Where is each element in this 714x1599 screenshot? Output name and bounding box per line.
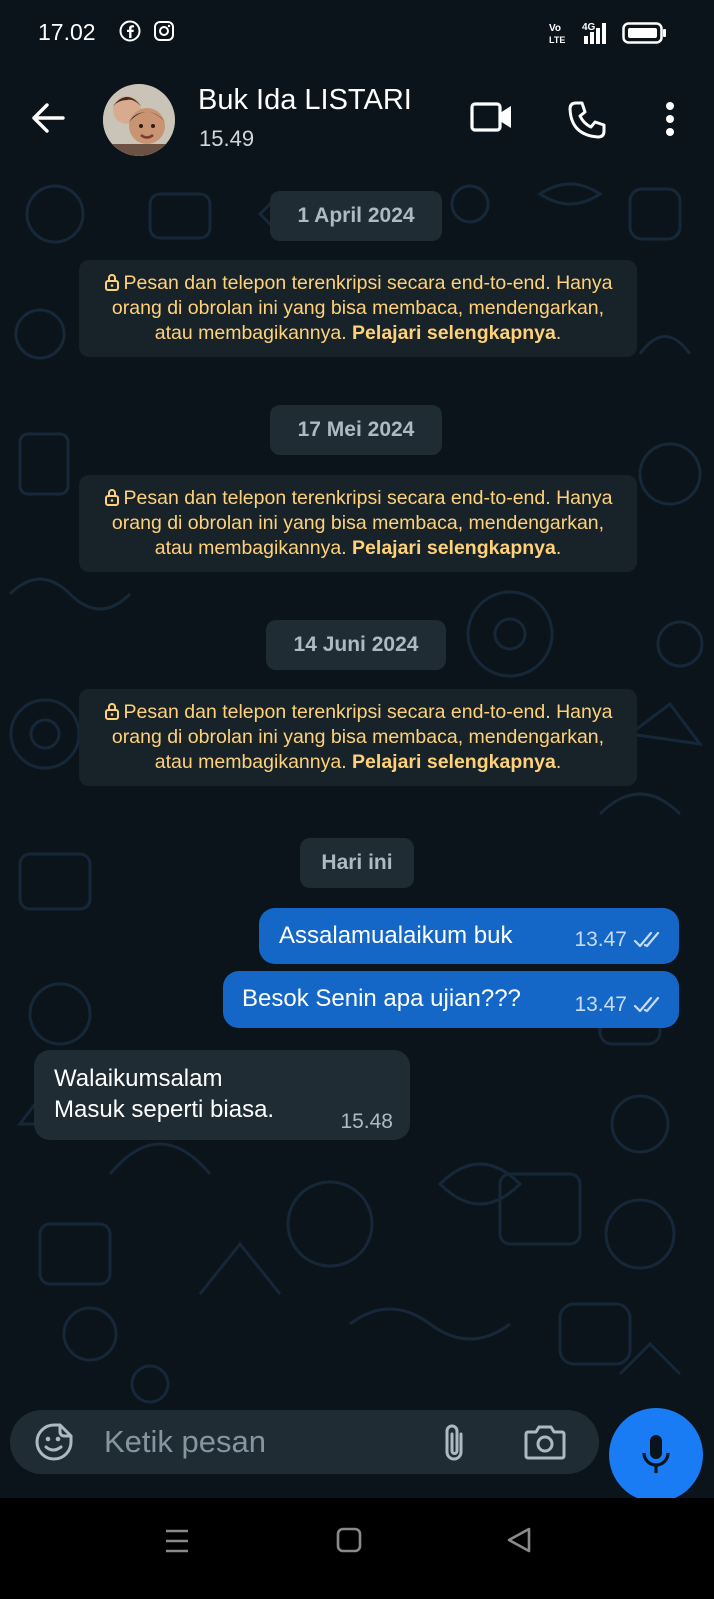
status-time: 17.02 <box>38 19 96 45</box>
read-receipt-icon <box>633 931 660 948</box>
sticker-emoji-icon <box>35 1423 73 1461</box>
learn-more-link[interactable]: Pelajari selengkapnya <box>352 322 556 344</box>
back-arrow-icon <box>32 103 65 133</box>
outgoing-message[interactable]: Assalamualaikum buk 13.47 <box>259 908 679 964</box>
more-vertical-icon <box>666 102 674 136</box>
notification-icons <box>119 20 175 42</box>
video-call-button[interactable] <box>470 100 514 139</box>
learn-more-link[interactable]: Pelajari selengkapnya <box>352 537 556 559</box>
last-seen: 15.49 <box>199 126 255 151</box>
camera-button[interactable] <box>524 1424 566 1465</box>
svg-text:Vo: Vo <box>549 23 561 34</box>
message-text-line-1: Walaikumsalam <box>54 1065 223 1092</box>
message-meta: 13.47 <box>574 928 665 952</box>
svg-text:4G: 4G <box>582 22 596 33</box>
lock-icon <box>104 489 119 506</box>
read-receipt-icon <box>633 996 660 1013</box>
chat-header: Buk Ida LISTARI 15.49 <box>0 66 714 174</box>
voice-record-button[interactable] <box>609 1408 703 1502</box>
date-chip: 1 April 2024 <box>270 191 442 241</box>
message-text-line-2: Masuk seperti biasa. <box>54 1096 275 1123</box>
system-icons: Vo LTE 4G <box>548 20 668 46</box>
avatar-photo-icon <box>103 84 175 156</box>
paperclip-icon <box>445 1424 463 1461</box>
signal-4g-icon: 4G <box>582 22 606 44</box>
attach-button[interactable] <box>440 1422 468 1469</box>
camera-icon <box>524 1425 566 1460</box>
message-text: Besok Senin apa ujian??? <box>242 985 521 1012</box>
voice-call-button[interactable] <box>567 100 607 145</box>
system-navigation-bar <box>0 1498 714 1599</box>
microphone-icon <box>642 1435 670 1473</box>
message-input[interactable]: Ketik pesan <box>104 1424 266 1460</box>
encryption-notice[interactable]: Pesan dan telepon terenkripsi secara end… <box>79 475 637 572</box>
svg-text:LTE: LTE <box>549 35 565 45</box>
volte-icon: VoLTE <box>549 23 565 45</box>
date-chip-today: Hari ini <box>300 838 414 888</box>
encryption-notice[interactable]: Pesan dan telepon terenkripsi secara end… <box>79 260 637 357</box>
outgoing-message[interactable]: Besok Senin apa ujian??? 13.47 <box>223 971 679 1028</box>
phone-icon <box>568 101 606 139</box>
chat-area[interactable]: 1 April 2024 Pesan dan telepon terenkrip… <box>0 174 714 1410</box>
back-button[interactable] <box>30 102 66 139</box>
lock-icon <box>104 274 119 291</box>
home-button[interactable] <box>336 1527 362 1558</box>
emoji-button[interactable] <box>34 1422 74 1467</box>
home-square-icon <box>336 1527 362 1553</box>
battery-icon <box>622 22 666 44</box>
message-text: Assalamualaikum buk <box>279 922 513 949</box>
date-chip: 17 Mei 2024 <box>270 405 442 455</box>
status-bar: 17.02 Vo LTE 4G <box>0 0 714 66</box>
video-camera-icon <box>470 102 511 132</box>
contact-avatar[interactable] <box>103 84 175 156</box>
incoming-message[interactable]: Walaikumsalam Masuk seperti biasa. 15.48 <box>34 1050 410 1140</box>
doodle-wallpaper <box>8 182 704 1404</box>
message-time: 13.47 <box>574 993 627 1016</box>
message-time: 15.48 <box>340 1110 393 1133</box>
facebook-icon <box>119 20 141 42</box>
contact-name[interactable]: Buk Ida LISTARI <box>198 84 412 117</box>
message-meta: 13.47 <box>574 993 665 1017</box>
lock-icon <box>104 703 119 720</box>
message-time: 13.47 <box>574 928 627 951</box>
composer: Ketik pesan <box>0 1408 714 1502</box>
learn-more-link[interactable]: Pelajari selengkapnya <box>352 751 556 773</box>
encryption-notice[interactable]: Pesan dan telepon terenkripsi secara end… <box>79 689 637 786</box>
recents-button[interactable] <box>164 1528 190 1559</box>
more-options-button[interactable] <box>662 100 678 145</box>
instagram-icon <box>154 21 174 41</box>
menu-lines-icon <box>166 1529 188 1553</box>
back-triangle-icon <box>507 1527 531 1553</box>
message-input-bar[interactable]: Ketik pesan <box>10 1410 599 1474</box>
back-nav-button[interactable] <box>506 1526 532 1559</box>
date-chip: 14 Juni 2024 <box>266 620 446 670</box>
